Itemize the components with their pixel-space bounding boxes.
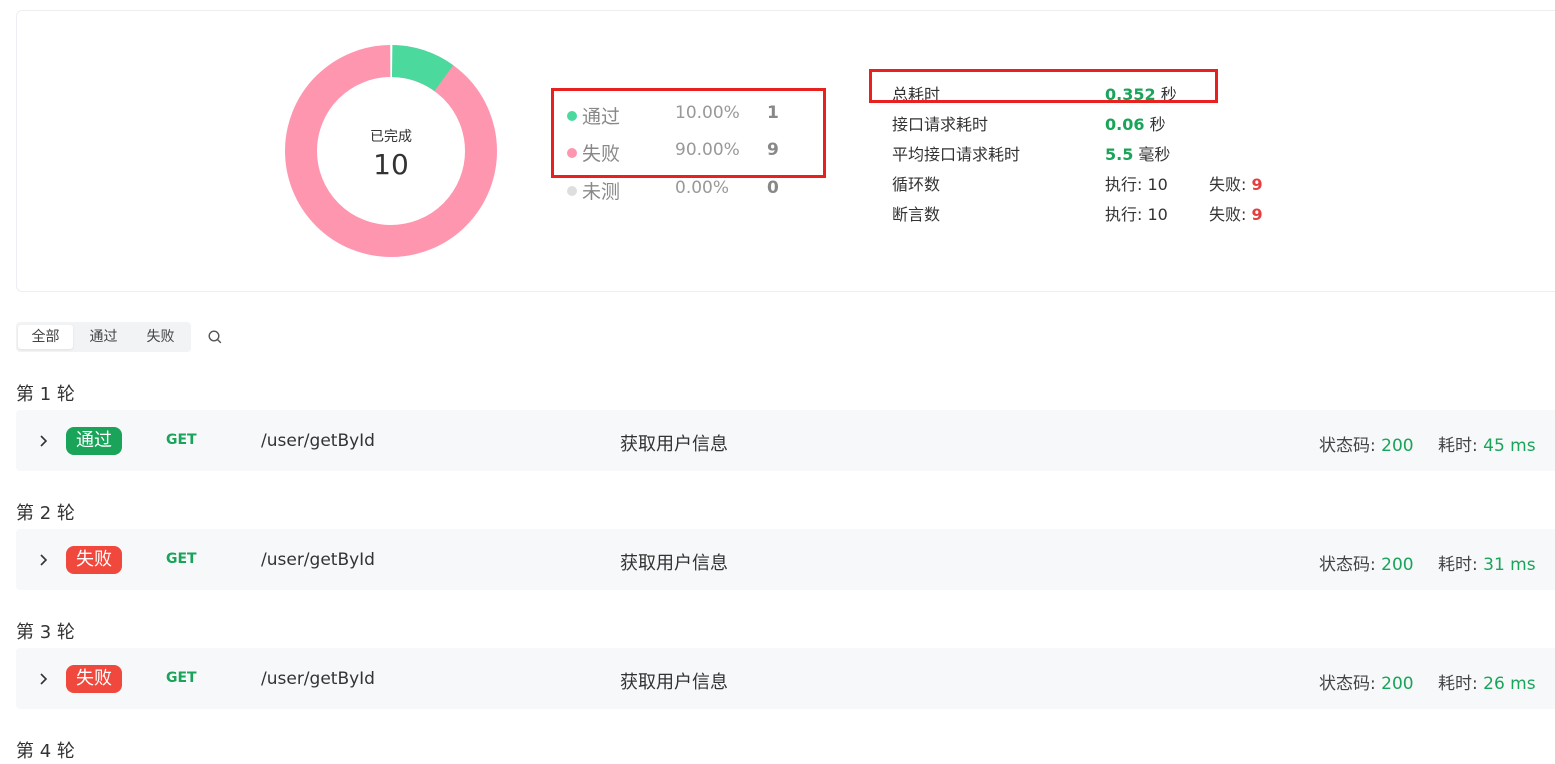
request-path: /user/getById — [261, 431, 375, 451]
chevron-right-icon[interactable] — [36, 672, 50, 686]
stat-label: 平均接口请求耗时 — [892, 145, 1021, 164]
tab-pass[interactable]: 通过 — [76, 325, 131, 349]
stat-request-time: 接口请求耗时 0.06 秒 — [892, 108, 1312, 134]
stat-label: 循环数 — [892, 175, 941, 194]
result-filter-tabs: 全部 通过 失败 — [16, 322, 191, 352]
stat-fail: 失败: 9 — [1209, 175, 1263, 194]
request-duration: 耗时: 26 ms — [1438, 674, 1536, 694]
stat-label: 断言数 — [892, 205, 941, 224]
round-title: 第 3 轮 — [16, 622, 75, 643]
request-duration: 耗时: 45 ms — [1438, 436, 1536, 456]
request-row[interactable]: 失败 GET /user/getById 获取用户信息 状态码: 200 耗时:… — [16, 648, 1555, 709]
search-icon[interactable] — [207, 329, 223, 345]
status-code: 状态码: 200 — [1319, 436, 1414, 456]
legend-count: 0 — [767, 178, 779, 198]
request-path: /user/getById — [261, 669, 375, 689]
stat-value: 5.5 毫秒 — [1105, 145, 1171, 164]
request-description: 获取用户信息 — [620, 672, 728, 693]
status-badge: 失败 — [66, 546, 122, 574]
legend-percent: 0.00% — [675, 178, 730, 198]
status-badge: 失败 — [66, 665, 122, 693]
stat-assert-count: 断言数 执行: 10 失败: 9 — [892, 198, 1312, 224]
status-badge: 通过 — [66, 427, 122, 455]
stat-exec: 执行: 10 — [1105, 205, 1168, 224]
request-row[interactable]: 通过 GET /user/getById 获取用户信息 状态码: 200 耗时:… — [16, 410, 1555, 471]
round-title: 第 1 轮 — [16, 384, 75, 405]
stat-label: 接口请求耗时 — [892, 115, 989, 134]
donut-center-label: 已完成 — [370, 129, 412, 145]
stat-value: 0.06 秒 — [1105, 115, 1166, 134]
request-row[interactable]: 失败 GET /user/getById 获取用户信息 状态码: 200 耗时:… — [16, 529, 1555, 590]
donut-center-value: 10 — [373, 148, 409, 181]
legend-highlight-box — [551, 88, 826, 178]
http-method: GET — [166, 551, 197, 567]
request-duration: 耗时: 31 ms — [1438, 555, 1536, 575]
chevron-right-icon[interactable] — [36, 434, 50, 448]
request-description: 获取用户信息 — [620, 434, 728, 455]
untested-dot-icon — [567, 186, 577, 196]
request-path: /user/getById — [261, 550, 375, 570]
chevron-right-icon[interactable] — [36, 553, 50, 567]
stat-loop-count: 循环数 执行: 10 失败: 9 — [892, 168, 1312, 194]
http-method: GET — [166, 670, 197, 686]
donut-center: 已完成 10 — [285, 44, 497, 258]
status-code: 状态码: 200 — [1319, 674, 1414, 694]
legend-name: 未测 — [582, 181, 621, 203]
round-title: 第 4 轮 — [16, 741, 75, 762]
tab-fail[interactable]: 失败 — [133, 325, 188, 349]
stat-avg-request-time: 平均接口请求耗时 5.5 毫秒 — [892, 138, 1312, 164]
http-method: GET — [166, 432, 197, 448]
stat-exec: 执行: 10 — [1105, 175, 1168, 194]
status-code: 状态码: 200 — [1319, 555, 1414, 575]
round-title: 第 2 轮 — [16, 503, 75, 524]
stat-fail: 失败: 9 — [1209, 205, 1263, 224]
total-time-highlight-box — [869, 69, 1218, 103]
request-description: 获取用户信息 — [620, 553, 728, 574]
legend-item-untested: 未测 0.00% 0 — [563, 175, 823, 203]
tab-all[interactable]: 全部 — [18, 325, 73, 349]
